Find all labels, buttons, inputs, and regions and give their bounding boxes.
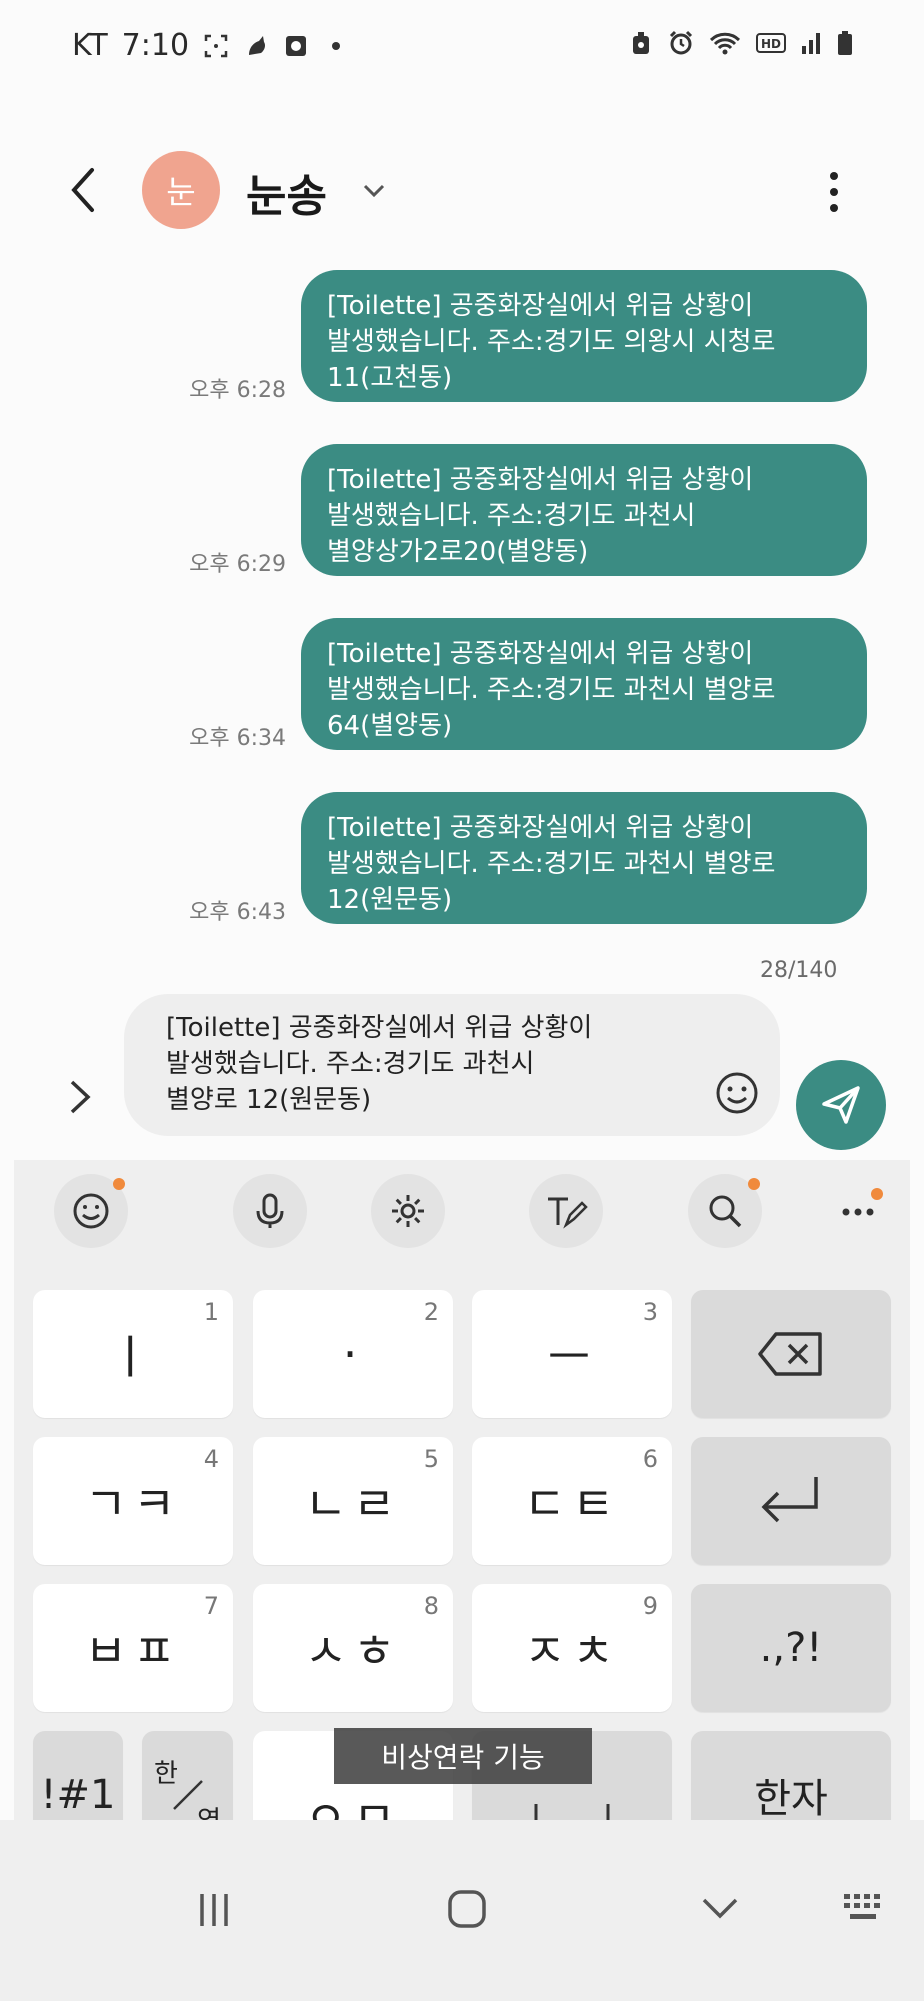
key-7[interactable]: 7 ㅂㅍ bbox=[33, 1584, 233, 1712]
key-number: 9 bbox=[642, 1592, 658, 1620]
notification-dot bbox=[871, 1188, 883, 1200]
key-label: ㄱㅋ bbox=[84, 1477, 182, 1531]
more-icon[interactable] bbox=[840, 1200, 880, 1220]
key-label: ㄷㅌ bbox=[523, 1477, 621, 1531]
key-number: 7 bbox=[203, 1592, 219, 1620]
back-arrow-icon[interactable] bbox=[62, 160, 106, 220]
video-caption: 비상연락 기능 bbox=[334, 1728, 592, 1784]
handwriting-button[interactable] bbox=[529, 1174, 603, 1248]
smiley-icon[interactable] bbox=[714, 1070, 760, 1116]
message-bubble[interactable]: [Toilette] 공중화장실에서 위급 상황이 발생했습니다. 주소:경기도… bbox=[301, 618, 867, 750]
notification-dot bbox=[748, 1178, 760, 1190]
key-number: 4 bbox=[203, 1445, 219, 1473]
key-label: 한자 bbox=[754, 1776, 828, 1822]
backspace-key[interactable] bbox=[691, 1290, 891, 1418]
avatar[interactable]: 눈 bbox=[142, 151, 220, 229]
svg-text:HD: HD bbox=[761, 37, 781, 51]
key-9[interactable]: 9 ㅈㅊ bbox=[472, 1584, 672, 1712]
home-icon[interactable] bbox=[446, 1888, 488, 1930]
expand-chevron-icon[interactable] bbox=[62, 1076, 98, 1118]
send-icon bbox=[822, 1086, 860, 1124]
keyboard-settings-button[interactable] bbox=[371, 1174, 445, 1248]
carrier-label: KT bbox=[72, 28, 108, 63]
settings-icon bbox=[392, 1195, 424, 1227]
punctuation-key[interactable]: .,?! bbox=[691, 1584, 891, 1712]
key-number: 1 bbox=[203, 1298, 219, 1326]
handwriting-icon bbox=[548, 1197, 588, 1229]
key-label: ㄴㄹ bbox=[304, 1477, 402, 1531]
key-number: 3 bbox=[642, 1298, 658, 1326]
enter-icon bbox=[761, 1477, 818, 1523]
message-time: 오후 6:43 bbox=[189, 900, 286, 925]
key-6[interactable]: 6 ㄷㅌ bbox=[472, 1437, 672, 1565]
gallery-app-icon bbox=[286, 35, 307, 56]
enter-key[interactable] bbox=[691, 1437, 891, 1565]
more-options-icon[interactable] bbox=[816, 168, 852, 216]
wifi-icon bbox=[709, 32, 741, 55]
hide-keyboard-icon[interactable] bbox=[700, 1894, 740, 1924]
key-label: · bbox=[342, 1327, 364, 1381]
key-label: ㅂㅍ bbox=[84, 1624, 182, 1678]
key-label: ㅣ bbox=[108, 1330, 158, 1384]
key-5[interactable]: 5 ㄴㄹ bbox=[253, 1437, 453, 1565]
recent-apps-icon[interactable] bbox=[194, 1890, 234, 1930]
alarm-icon bbox=[669, 30, 693, 55]
clock: 7:10 bbox=[121, 28, 190, 63]
message-text: [Toilette] 공중화장실에서 위급 상황이 발생했습니다. 주소:경기도… bbox=[327, 465, 754, 567]
voice-input-button[interactable] bbox=[233, 1174, 307, 1248]
message-text: [Toilette] 공중화장실에서 위급 상황이 발생했습니다. 주소:경기도… bbox=[327, 291, 776, 393]
key-3[interactable]: 3ㅡ bbox=[472, 1290, 672, 1418]
message-text: [Toilette] 공중화장실에서 위급 상황이 발생했습니다. 주소:경기도… bbox=[327, 639, 776, 741]
key-label: !#1 bbox=[40, 1772, 116, 1818]
signal-icon bbox=[802, 33, 820, 54]
key-label: ㅈㅊ bbox=[523, 1624, 621, 1678]
lock-battery-icon bbox=[633, 32, 649, 54]
key-2[interactable]: 2 · bbox=[253, 1290, 453, 1418]
key-number: 6 bbox=[642, 1445, 658, 1473]
keyboard-switch-icon[interactable] bbox=[842, 1892, 886, 1924]
fox-app-icon bbox=[249, 35, 266, 55]
mic-icon bbox=[256, 1193, 284, 1228]
notification-dot bbox=[113, 1178, 125, 1190]
key-4[interactable]: 4 ㄱㅋ bbox=[33, 1437, 233, 1565]
message-time: 오후 6:29 bbox=[189, 552, 286, 577]
status-left: KT 7:10 bbox=[72, 28, 349, 63]
dot-icon bbox=[332, 41, 341, 50]
avatar-initial: 눈 bbox=[166, 173, 196, 211]
message-bubble[interactable]: [Toilette] 공중화장실에서 위급 상황이 발생했습니다. 주소:경기도… bbox=[301, 270, 867, 402]
message-time: 오후 6:28 bbox=[189, 378, 286, 403]
char-counter: 28/140 bbox=[760, 958, 838, 983]
key-number: 5 bbox=[423, 1445, 439, 1473]
key-number: 8 bbox=[423, 1592, 439, 1620]
send-button[interactable] bbox=[796, 1060, 886, 1150]
message-bubble[interactable]: [Toilette] 공중화장실에서 위급 상황이 발생했습니다. 주소:경기도… bbox=[301, 792, 867, 924]
screenshot-icon bbox=[204, 34, 228, 57]
emoji-icon bbox=[73, 1193, 109, 1229]
status-right: HD bbox=[628, 30, 854, 56]
key-number: 2 bbox=[423, 1298, 439, 1326]
status-bar: KT 7:10 HD bbox=[0, 0, 924, 96]
key-label: .,?! bbox=[759, 1625, 823, 1671]
message-input-text[interactable]: [Toilette] 공중화장실에서 위급 상황이 발생했습니다. 주소:경기도… bbox=[166, 1010, 592, 1118]
key-label: ㅡ bbox=[547, 1330, 597, 1384]
key-1[interactable]: 1ㅣ bbox=[33, 1290, 233, 1418]
chevron-down-icon[interactable] bbox=[360, 176, 388, 204]
message-text: [Toilette] 공중화장실에서 위급 상황이 발생했습니다. 주소:경기도… bbox=[327, 813, 776, 915]
key-label: ㅅㅎ bbox=[304, 1624, 402, 1678]
hd-voice-icon: HD bbox=[756, 33, 786, 53]
key-8[interactable]: 8 ㅅㅎ bbox=[253, 1584, 453, 1712]
battery-icon bbox=[838, 31, 852, 55]
message-time: 오후 6:34 bbox=[189, 726, 286, 751]
contact-name[interactable]: 눈송 bbox=[246, 160, 327, 224]
backspace-icon bbox=[758, 1332, 822, 1376]
message-bubble[interactable]: [Toilette] 공중화장실에서 위급 상황이 발생했습니다. 주소:경기도… bbox=[301, 444, 867, 576]
search-icon bbox=[709, 1195, 742, 1228]
